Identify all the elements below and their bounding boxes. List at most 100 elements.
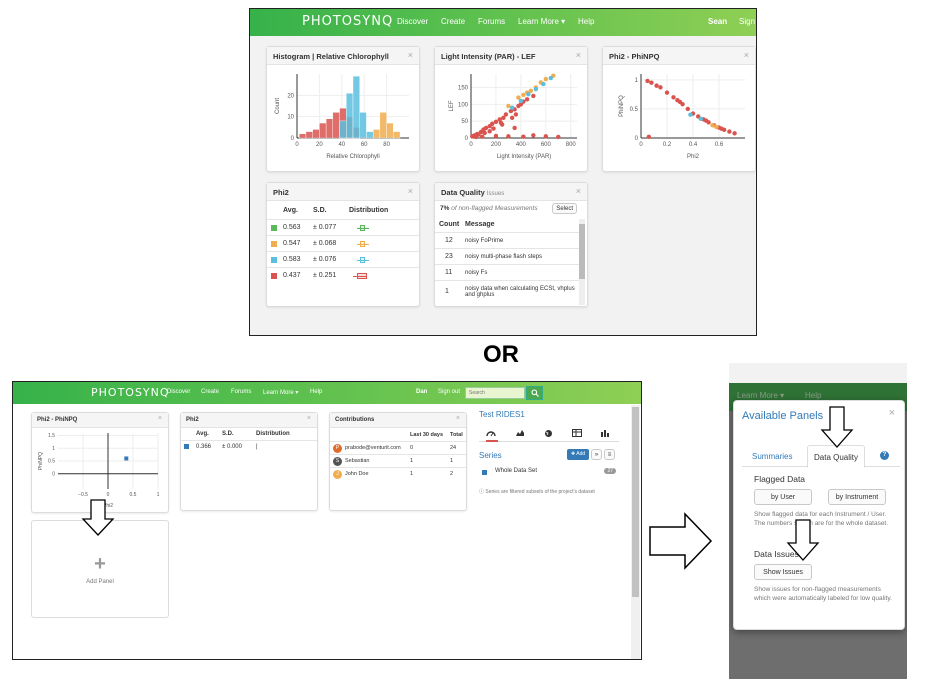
x-tick-label: 200 <box>491 142 502 148</box>
nav-discover[interactable]: Discover <box>167 389 190 395</box>
search-button[interactable] <box>526 386 543 400</box>
plus-icon[interactable]: + <box>32 553 168 576</box>
histogram-bar <box>319 122 327 139</box>
contributor-name[interactable]: John Doe <box>345 471 410 477</box>
issue-count: 1 <box>445 288 449 295</box>
search-input[interactable] <box>465 387 525 399</box>
phi2-avg: 0.547 <box>283 240 301 247</box>
phi2-phinpq-panel-title: Phi2 - PhiNPQ <box>609 52 660 61</box>
by-user-button[interactable]: by User <box>754 489 812 505</box>
nav-signout[interactable]: Sign out <box>438 389 460 395</box>
expand-icon[interactable]: » <box>591 449 602 460</box>
histogram-bar <box>312 129 320 139</box>
histogram-panel: Histogram | Relative Chlorophyll × 0 10 20… <box>266 46 420 172</box>
table-row: J John Doe 1 2 <box>330 467 466 480</box>
y-tick-label: 0 <box>465 136 469 142</box>
phi2-phinpq-panel-header: Phi2 - PhiNPQ × <box>603 47 755 65</box>
series-list-item[interactable]: Whole Data Set 27 <box>482 468 616 478</box>
bar-chart-icon[interactable] <box>600 429 610 439</box>
help-icon[interactable]: ? <box>880 451 889 460</box>
tab-data-quality[interactable]: Data Quality <box>807 445 866 468</box>
phi2-panel-header: Phi2 × <box>181 413 317 428</box>
phi2-phinpq-panel: Phi2 - PhiNPQ × 0 0.5 1 0 0.2 0.4 0.6 Phi2 PhiNP… <box>602 46 756 172</box>
table-icon[interactable] <box>572 429 582 439</box>
area-chart-icon[interactable] <box>515 429 525 439</box>
show-issues-button[interactable]: Show Issues <box>754 564 812 580</box>
dq-select-button[interactable]: Select <box>552 203 577 214</box>
close-icon[interactable]: × <box>456 415 460 422</box>
contributor-name[interactable]: prabode@venturit.com <box>345 445 410 451</box>
page-scrollbar-thumb[interactable] <box>632 407 639 597</box>
scatter-point <box>124 456 129 461</box>
x-tick-label: 0.4 <box>689 142 698 148</box>
project-title[interactable]: Test RIDES1 <box>479 410 619 419</box>
avatar: P <box>333 443 342 453</box>
x-tick-label: 0.6 <box>715 142 724 148</box>
close-icon[interactable]: × <box>889 407 895 419</box>
x-tick-label: 600 <box>541 142 552 148</box>
nav-learn-more[interactable]: Learn More ▾ <box>263 389 298 396</box>
modal-tabs: Summaries Data Quality ? <box>742 445 900 468</box>
issue-message: noisy data when calculating ECSt, vhplus… <box>465 285 575 298</box>
scatter-point <box>698 116 703 121</box>
photosynq-logo[interactable]: PHOTOSYNQ <box>302 14 393 29</box>
nav-forums[interactable]: Forums <box>231 389 251 395</box>
tab-summaries[interactable]: Summaries <box>752 452 792 461</box>
series-note: ⓘ Series are filtered subsets of the pro… <box>479 488 595 495</box>
nav-signout[interactable]: Sign <box>739 17 755 26</box>
nav-user[interactable]: Dan <box>416 389 427 395</box>
y-tick-label: 20 <box>287 93 294 99</box>
phi2-panel: Phi2 × Avg. S.D. Distribution 0.366 ± 0.… <box>180 412 318 511</box>
close-icon[interactable]: × <box>576 50 581 60</box>
histogram-bar <box>359 112 367 139</box>
nav-learn-more[interactable]: Learn More ▾ <box>518 17 565 26</box>
y-tick-label: 0 <box>52 471 55 477</box>
dq-scrollbar-thumb[interactable] <box>579 224 585 279</box>
close-icon[interactable]: × <box>408 50 413 60</box>
close-icon[interactable]: × <box>744 50 749 60</box>
scatter-point <box>482 130 487 136</box>
nav-create[interactable]: Create <box>441 17 465 26</box>
issue-count: 23 <box>445 253 453 260</box>
photosynq-logo[interactable]: PHOTOSYNQ <box>91 386 170 399</box>
issue-message: noisy Fs <box>465 269 488 276</box>
contrib-total: 24 <box>450 445 457 451</box>
phi2-panel-title: Phi2 <box>186 417 199 423</box>
nav-forums[interactable]: Forums <box>478 17 505 26</box>
close-icon[interactable]: × <box>307 415 311 422</box>
dq-scrollbar[interactable] <box>579 219 585 305</box>
scatter-point <box>491 126 496 131</box>
issue-message: noisy FoPrime <box>465 237 504 244</box>
close-icon[interactable]: × <box>408 186 413 196</box>
y-tick-label: 0 <box>291 136 295 142</box>
scatter-point <box>548 75 554 81</box>
nav-create[interactable]: Create <box>201 389 219 395</box>
phi2-phinpq-chart: 0 0.5 1 0 0.2 0.4 0.6 Phi2 PhiNPQ <box>619 74 745 160</box>
nav-help[interactable]: Help <box>578 17 594 26</box>
flagged-data-title: Flagged Data <box>754 474 806 484</box>
add-panel-card[interactable]: + Add Panel <box>31 520 169 618</box>
series-color-swatch <box>271 256 277 263</box>
add-panel-label[interactable]: Add Panel <box>32 579 168 585</box>
table-row: 12 noisy FoPrime <box>435 232 580 248</box>
page-scrollbar[interactable] <box>631 405 640 659</box>
contributor-name[interactable]: Sebastian <box>345 458 410 464</box>
scatter-point <box>727 129 732 134</box>
add-series-button[interactable]: ✚ Add <box>567 449 590 460</box>
scatter-point <box>490 121 495 127</box>
scatter-point <box>658 85 663 90</box>
scatter-point <box>677 99 683 105</box>
list-icon[interactable]: ≡ <box>604 449 615 460</box>
nav-user[interactable]: Sean <box>708 17 727 26</box>
scatter-point <box>521 92 526 98</box>
dashboard-icon[interactable] <box>486 429 498 442</box>
close-icon[interactable]: × <box>576 186 581 196</box>
nav-discover[interactable]: Discover <box>397 17 428 26</box>
histogram-bar <box>352 75 360 139</box>
globe-icon[interactable] <box>544 429 553 440</box>
by-instrument-button[interactable]: by Instrument <box>828 489 886 505</box>
nav-help[interactable]: Help <box>310 389 322 395</box>
scatter-point <box>543 134 549 139</box>
close-icon[interactable]: × <box>158 415 162 422</box>
distribution-boxplot <box>349 272 379 280</box>
